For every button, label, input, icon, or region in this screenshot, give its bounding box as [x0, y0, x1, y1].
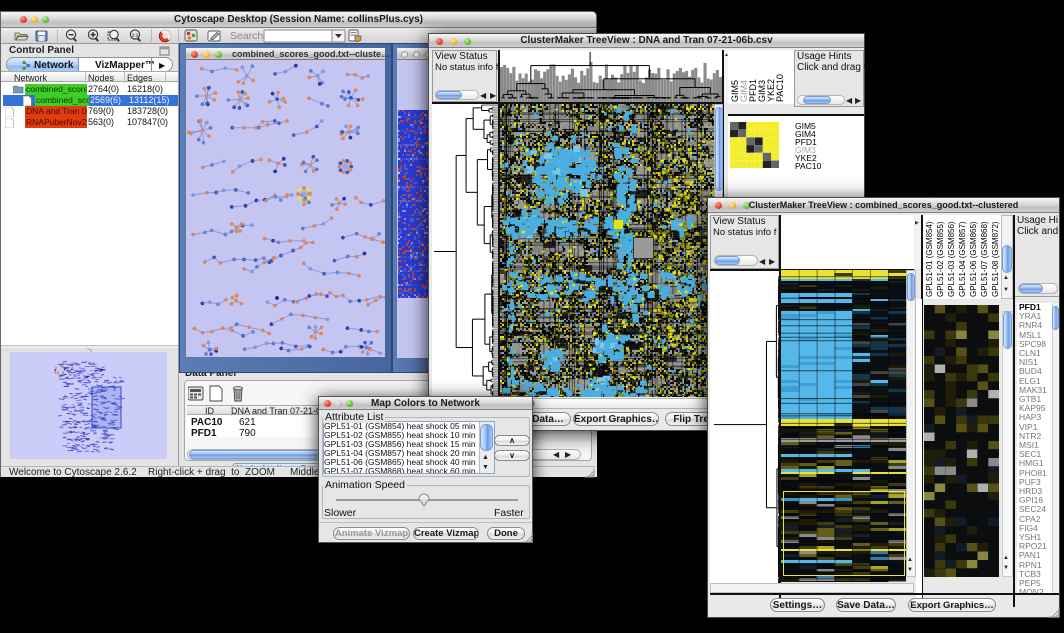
svg-text:GPL51-06 (GSM865): GPL51-06 (GSM865) [969, 221, 978, 297]
svg-text:GPL51-03 (GSM856): GPL51-03 (GSM856) [947, 221, 956, 297]
svg-text:GPL51-08 (GSM872): GPL51-08 (GSM872) [991, 221, 1000, 297]
svg-text:GPL51-07 (GSM868): GPL51-07 (GSM868) [980, 221, 989, 297]
svg-text:Search:: Search: [230, 30, 266, 42]
svg-text:GPL51-04 (GSM857): GPL51-04 (GSM857) [958, 221, 967, 297]
svg-text:GPL51-02 (GSM855): GPL51-02 (GSM855) [936, 221, 945, 297]
svg-text:1:1: 1:1 [132, 32, 139, 37]
svg-text:PAC10: PAC10 [775, 74, 785, 102]
svg-text:GPL51-01 (GSM854): GPL51-01 (GSM854) [925, 221, 934, 297]
